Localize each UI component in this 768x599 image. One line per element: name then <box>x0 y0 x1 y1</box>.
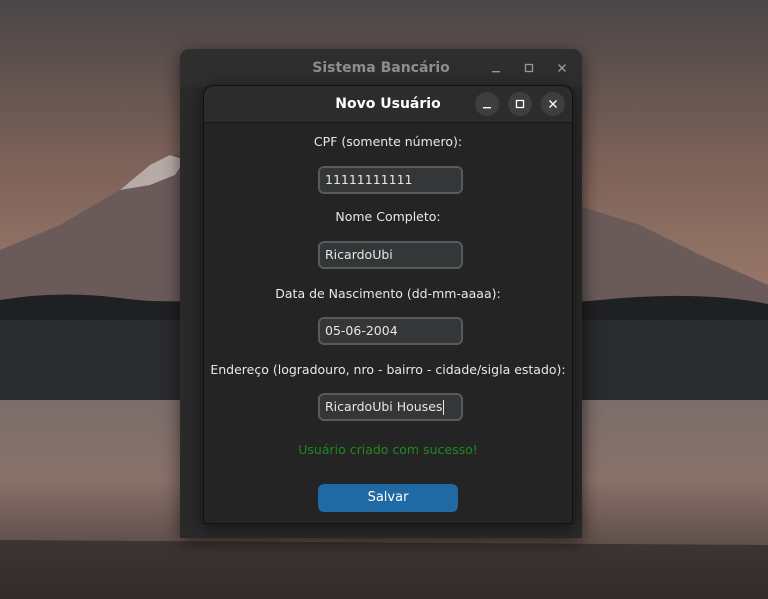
dialog-maximize-button[interactable] <box>508 92 532 116</box>
dialog-titlebar[interactable]: Novo Usuário <box>204 86 572 123</box>
address-input[interactable]: RicardoUbi Houses <box>318 393 463 421</box>
new-user-dialog: Novo Usuário CPF (somente número): 11111… <box>203 85 573 524</box>
address-label: Endereço (logradouro, nro - bairro - cid… <box>210 362 566 377</box>
text-cursor <box>443 400 445 415</box>
minimize-icon <box>483 107 491 109</box>
maximize-icon <box>515 99 525 109</box>
status-message: Usuário criado com sucesso! <box>298 442 478 457</box>
cpf-label: CPF (somente número): <box>313 134 463 149</box>
main-window-close-button[interactable] <box>551 57 573 79</box>
full-name-input-value: RicardoUbi <box>325 247 393 262</box>
address-input-value: RicardoUbi Houses <box>325 399 443 414</box>
minimize-icon <box>492 71 500 73</box>
main-window-titlebar[interactable]: Sistema Bancário <box>180 49 582 87</box>
birth-date-label: Data de Nascimento (dd-mm-aaaa): <box>275 286 501 301</box>
close-icon <box>549 100 557 108</box>
full-name-label: Nome Completo: <box>335 209 441 224</box>
main-window-minimize-button[interactable] <box>485 57 507 79</box>
cpf-input[interactable]: 11111111111 <box>318 166 463 194</box>
birth-date-input[interactable]: 05-06-2004 <box>318 317 463 345</box>
maximize-icon <box>524 63 534 73</box>
save-button[interactable]: Salvar <box>318 484 458 512</box>
full-name-input[interactable]: RicardoUbi <box>318 241 463 269</box>
dialog-close-button[interactable] <box>541 92 565 116</box>
cpf-input-value: 11111111111 <box>325 172 413 187</box>
close-icon <box>558 64 566 72</box>
dialog-minimize-button[interactable] <box>475 92 499 116</box>
birth-date-input-value: 05-06-2004 <box>325 323 398 338</box>
main-window-maximize-button[interactable] <box>518 57 540 79</box>
